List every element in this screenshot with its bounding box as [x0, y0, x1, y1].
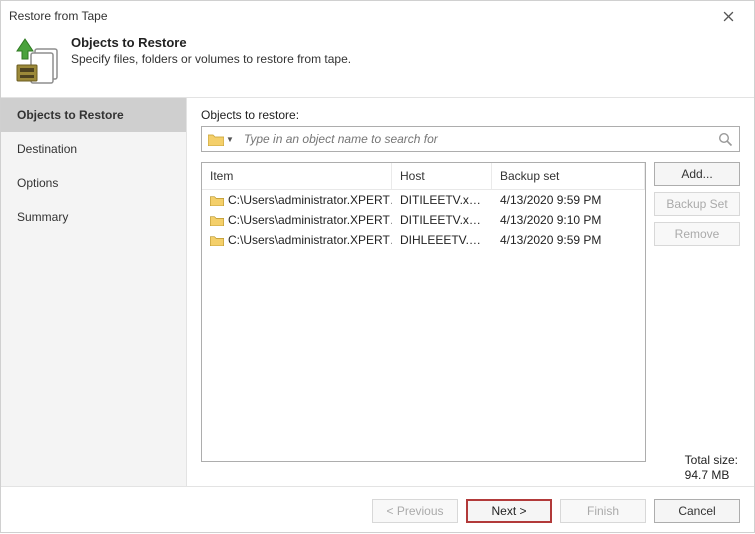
- objects-table: Item Host Backup set C:\Users\administra…: [201, 162, 646, 462]
- step-objects-to-restore[interactable]: Objects to Restore: [1, 98, 186, 132]
- item-host: DIHLEEETV.xpert…: [392, 231, 492, 249]
- step-options[interactable]: Options: [1, 166, 186, 200]
- search-button[interactable]: [711, 132, 739, 147]
- table-row[interactable]: C:\Users\administrator.XPERT… DIHLEEETV.…: [202, 230, 645, 250]
- total-size-value: 94.7 MB: [685, 468, 738, 484]
- cancel-button[interactable]: Cancel: [654, 499, 740, 523]
- add-button[interactable]: Add...: [654, 162, 740, 186]
- remove-button[interactable]: Remove: [654, 222, 740, 246]
- close-button[interactable]: [710, 2, 746, 30]
- item-backup-set: 4/13/2020 9:59 PM: [492, 231, 645, 249]
- wizard-steps: Objects to Restore Destination Options S…: [1, 98, 187, 486]
- page-title: Objects to Restore: [71, 35, 351, 50]
- next-button[interactable]: Next >: [466, 499, 552, 523]
- window-title: Restore from Tape: [9, 9, 108, 23]
- section-label: Objects to restore:: [201, 108, 740, 122]
- item-path: C:\Users\administrator.XPERT…: [228, 233, 392, 247]
- backup-set-button[interactable]: Backup Set: [654, 192, 740, 216]
- folder-icon: [210, 235, 224, 246]
- search-bar: ▼: [201, 126, 740, 152]
- folder-icon: [210, 215, 224, 226]
- step-summary[interactable]: Summary: [1, 200, 186, 234]
- wizard-icon: [15, 35, 65, 85]
- folder-icon: [208, 133, 224, 146]
- table-row[interactable]: C:\Users\administrator.XPERT… DITILEETV.…: [202, 190, 645, 210]
- finish-button[interactable]: Finish: [560, 499, 646, 523]
- item-backup-set: 4/13/2020 9:10 PM: [492, 211, 645, 229]
- table-row[interactable]: C:\Users\administrator.XPERT… DITILEETV.…: [202, 210, 645, 230]
- folder-icon: [210, 195, 224, 206]
- chevron-down-icon: ▼: [226, 135, 234, 144]
- item-backup-set: 4/13/2020 9:59 PM: [492, 191, 645, 209]
- total-size-label: Total size:: [685, 453, 738, 469]
- item-path: C:\Users\administrator.XPERT…: [228, 213, 392, 227]
- previous-button[interactable]: < Previous: [372, 499, 458, 523]
- item-host: DITILEETV.xpert…: [392, 211, 492, 229]
- step-destination[interactable]: Destination: [1, 132, 186, 166]
- close-icon: [723, 11, 734, 22]
- item-path: C:\Users\administrator.XPERT…: [228, 193, 392, 207]
- table-body[interactable]: C:\Users\administrator.XPERT… DITILEETV.…: [202, 190, 645, 461]
- search-type-dropdown[interactable]: ▼: [202, 127, 238, 151]
- search-icon: [718, 132, 733, 147]
- column-header-item[interactable]: Item: [202, 163, 392, 189]
- page-subtitle: Specify files, folders or volumes to res…: [71, 52, 351, 66]
- item-host: DITILEETV.xpert…: [392, 191, 492, 209]
- column-header-backup-set[interactable]: Backup set: [492, 163, 645, 189]
- column-header-host[interactable]: Host: [392, 163, 492, 189]
- search-input[interactable]: [238, 127, 711, 151]
